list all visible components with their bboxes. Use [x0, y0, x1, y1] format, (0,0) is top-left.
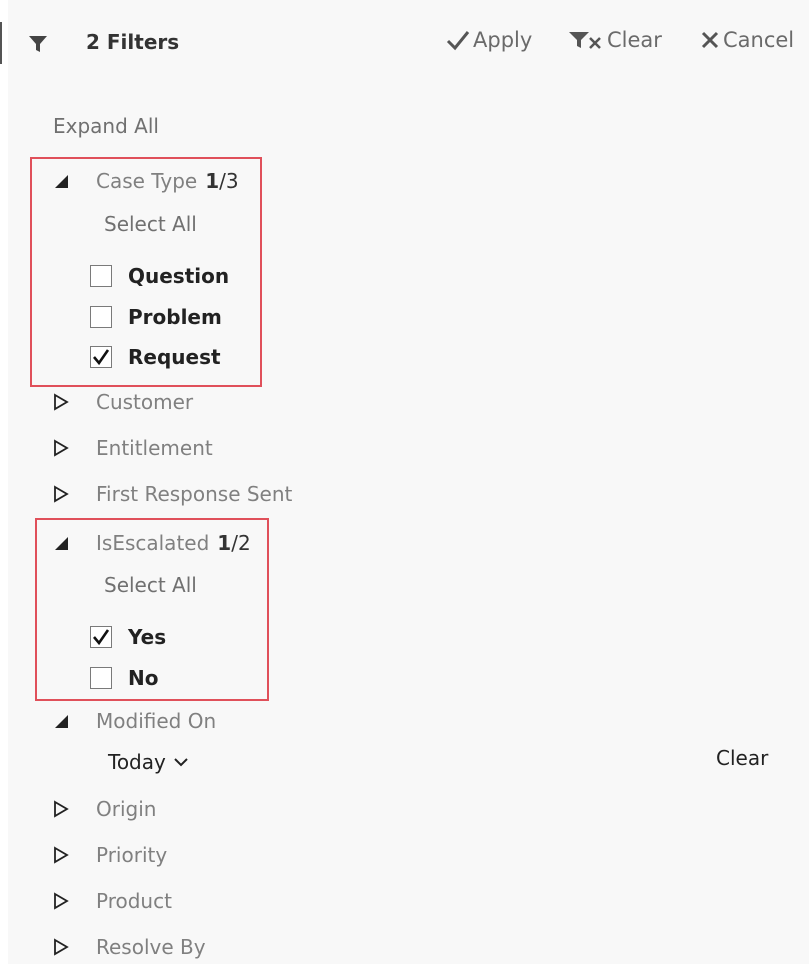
checkbox[interactable]	[90, 265, 112, 287]
group-is-escalated[interactable]: IsEscalated 1/2	[52, 528, 251, 558]
group-label: Case Type	[96, 169, 198, 193]
collapsed-arrow-icon	[54, 800, 69, 818]
checkbox-checked[interactable]	[90, 346, 112, 368]
group-priority[interactable]: Priority	[52, 840, 167, 870]
option-label: Problem	[128, 305, 222, 329]
checkbox[interactable]	[90, 306, 112, 328]
date-clear-button[interactable]: Clear	[716, 746, 768, 770]
group-label: Origin	[96, 797, 157, 821]
collapsed-arrow-icon	[54, 892, 69, 910]
clear-label: Clear	[607, 28, 662, 52]
selection-count: 1/3	[205, 169, 239, 193]
group-case-type[interactable]: Case Type 1/3	[52, 166, 239, 196]
group-modified-on[interactable]: Modified On	[52, 706, 216, 736]
group-label: IsEscalated	[96, 531, 210, 555]
group-entitlement[interactable]: Entitlement	[52, 433, 213, 463]
filter-count: 2 Filters	[86, 30, 180, 54]
option-label: Question	[128, 264, 230, 288]
group-label: Priority	[96, 843, 168, 867]
group-label: Customer	[96, 390, 194, 414]
option-no[interactable]: No	[90, 664, 158, 692]
x-icon	[701, 31, 719, 49]
collapsed-arrow-icon	[54, 485, 69, 503]
group-first-response-sent[interactable]: First Response Sent	[52, 479, 292, 509]
collapsed-arrow-icon	[54, 846, 69, 864]
select-all-case-type[interactable]: Select All	[104, 212, 197, 236]
collapsed-arrow-icon	[54, 439, 69, 457]
checkbox[interactable]	[90, 667, 112, 689]
expand-all-link[interactable]: Expand All	[53, 114, 159, 138]
option-problem[interactable]: Problem	[90, 303, 222, 331]
group-label: Product	[96, 889, 172, 913]
expanded-arrow-icon	[55, 715, 68, 728]
filter-icon	[29, 36, 47, 52]
group-label: First Response Sent	[96, 482, 293, 506]
group-product[interactable]: Product	[52, 886, 172, 916]
apply-label: Apply	[473, 28, 533, 52]
option-label: Request	[128, 345, 221, 369]
panel-edge-divider	[0, 22, 2, 64]
group-origin[interactable]: Origin	[52, 794, 156, 824]
option-label: No	[128, 666, 159, 690]
group-label: Modified On	[96, 709, 217, 733]
funnel-x-icon	[569, 32, 601, 49]
select-all-is-escalated[interactable]: Select All	[104, 573, 197, 597]
checkmark-icon	[446, 31, 470, 51]
date-range-value: Today	[108, 750, 166, 774]
cancel-button[interactable]: Cancel	[700, 28, 794, 52]
apply-button[interactable]: Apply	[446, 28, 532, 52]
group-resolve-by[interactable]: Resolve By	[52, 932, 206, 962]
expanded-arrow-icon	[55, 537, 68, 550]
option-request[interactable]: Request	[90, 343, 221, 371]
selection-count: 1/2	[217, 531, 251, 555]
checkmark-icon	[93, 349, 110, 366]
group-label: Resolve By	[96, 935, 206, 959]
date-range-dropdown[interactable]: Today	[108, 750, 188, 774]
collapsed-arrow-icon	[54, 938, 69, 956]
group-label: Entitlement	[96, 436, 213, 460]
option-yes[interactable]: Yes	[90, 623, 166, 651]
option-question[interactable]: Question	[90, 262, 229, 290]
filter-header: 2 Filters Apply Clear Cancel	[8, 18, 809, 68]
clear-filters-button[interactable]: Clear	[568, 28, 662, 52]
checkbox-checked[interactable]	[90, 626, 112, 648]
chevron-down-icon	[174, 758, 188, 767]
collapsed-arrow-icon	[54, 393, 69, 411]
group-customer[interactable]: Customer	[52, 387, 193, 417]
checkmark-icon	[93, 629, 110, 646]
option-label: Yes	[128, 625, 167, 649]
cancel-label: Cancel	[723, 28, 795, 52]
expanded-arrow-icon	[55, 175, 68, 188]
